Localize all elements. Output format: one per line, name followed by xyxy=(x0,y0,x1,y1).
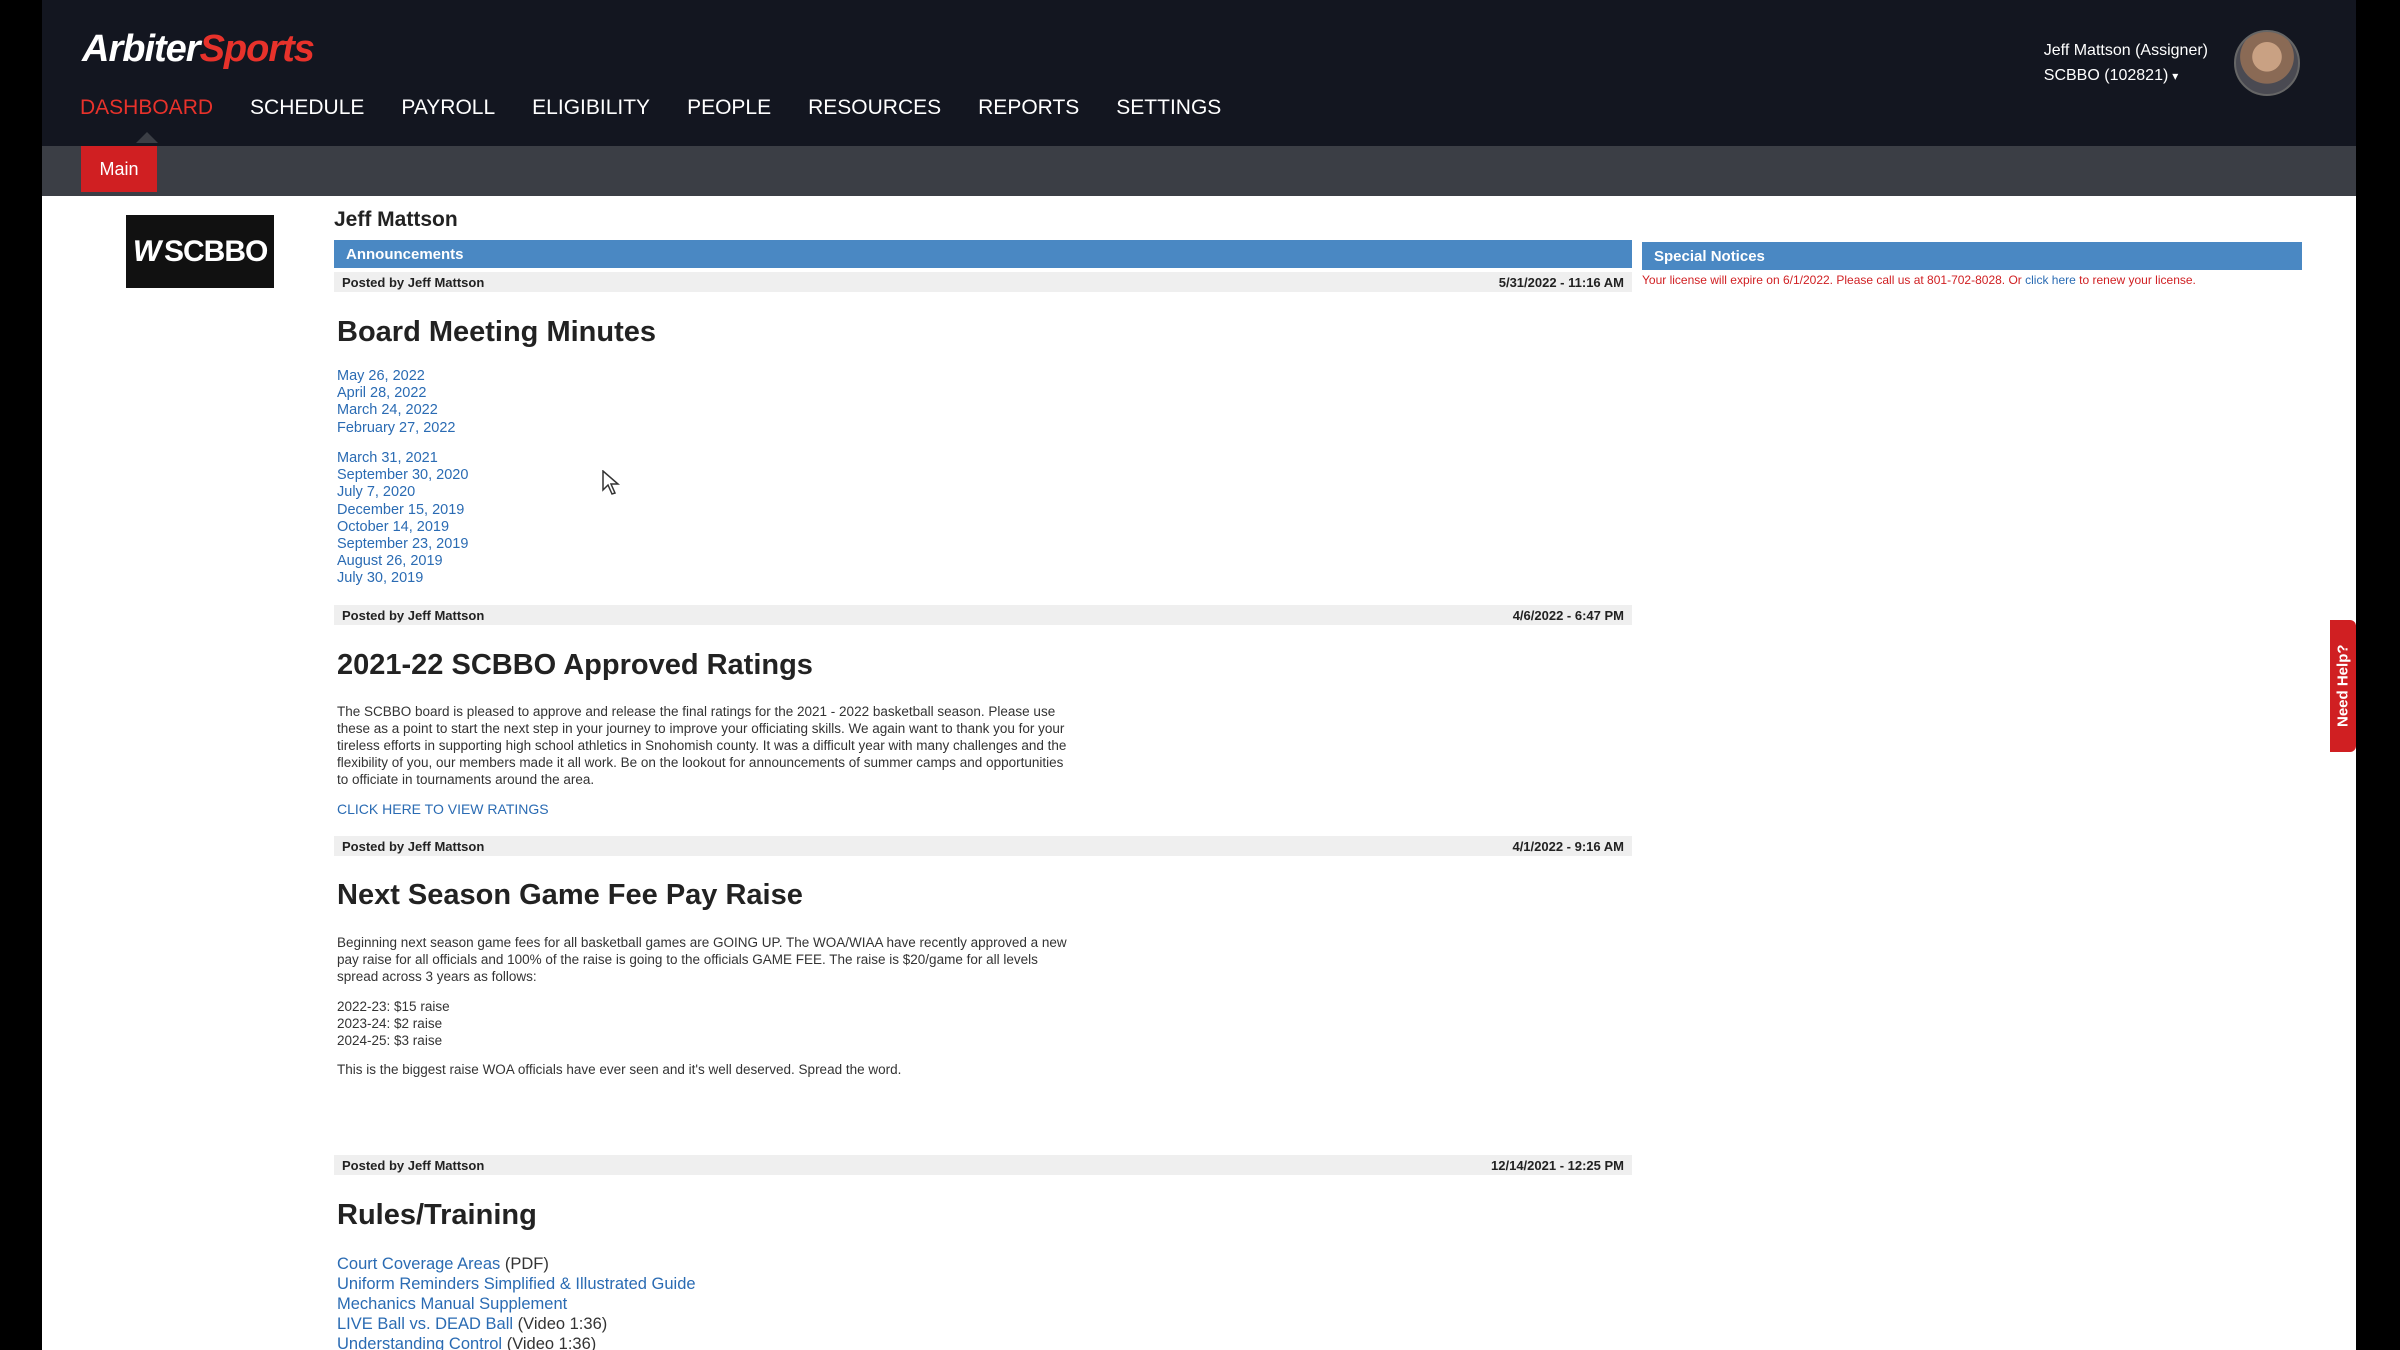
arbiter-sports-logo[interactable]: ArbiterSports xyxy=(82,28,315,71)
post-body: The SCBBO board is pleased to approve an… xyxy=(337,704,1067,787)
training-suffix: (Video 1:36) xyxy=(513,1315,608,1333)
training-suffix: (Video 1:36) xyxy=(502,1335,597,1350)
post-meta-bar: Posted by Jeff Mattson 5/31/2022 - 11:16… xyxy=(334,272,1632,292)
post-meta-bar: Posted by Jeff Mattson 4/6/2022 - 6:47 P… xyxy=(334,605,1632,625)
minutes-link[interactable]: August 26, 2019 xyxy=(337,553,468,570)
post-author: Posted by Jeff Mattson xyxy=(342,1157,485,1173)
minutes-link[interactable]: July 7, 2020 xyxy=(337,484,468,501)
post-author: Posted by Jeff Mattson xyxy=(342,838,485,854)
post-meta-bar: Posted by Jeff Mattson 12/14/2021 - 12:2… xyxy=(334,1155,1632,1175)
training-item: Mechanics Manual Supplement xyxy=(337,1294,696,1314)
notice-text-after: to renew your license. xyxy=(2075,273,2196,287)
post-footer-text: This is the biggest raise WOA officials … xyxy=(337,1062,902,1077)
page-owner-name: Jeff Mattson xyxy=(334,208,458,231)
minutes-link[interactable]: December 15, 2019 xyxy=(337,502,468,519)
training-item: Court Coverage Areas (PDF) xyxy=(337,1254,696,1274)
minutes-links-recent: May 26, 2022 April 28, 2022 March 24, 20… xyxy=(337,368,456,437)
renew-license-link[interactable]: click here xyxy=(2025,273,2076,287)
minutes-link[interactable]: September 30, 2020 xyxy=(337,467,468,484)
announcements-header: Announcements xyxy=(334,240,1632,268)
user-name: Jeff Mattson (Assigner) xyxy=(2043,42,2208,59)
minutes-link[interactable]: March 31, 2021 xyxy=(337,450,468,467)
training-link[interactable]: LIVE Ball vs. DEAD Ball xyxy=(337,1315,513,1333)
tab-main[interactable]: Main xyxy=(81,146,157,192)
training-link[interactable]: Understanding Control xyxy=(337,1335,502,1350)
nav-dashboard[interactable]: DASHBOARD xyxy=(80,96,213,143)
nav-eligibility[interactable]: ELIGIBILITY xyxy=(532,96,650,120)
nav-payroll[interactable]: PAYROLL xyxy=(401,96,495,120)
basketball-icon: W xyxy=(129,234,163,268)
raise-list-item: 2023-24: $2 raise xyxy=(337,1016,443,1031)
need-help-tab[interactable]: Need Help? xyxy=(2330,620,2356,752)
app-window: ArbiterSports DASHBOARD SCHEDULE PAYROLL… xyxy=(42,0,2356,1350)
nav-settings[interactable]: SETTINGS xyxy=(1116,96,1221,120)
raise-list-item: 2022-23: $15 raise xyxy=(337,999,450,1014)
post-title: 2021-22 SCBBO Approved Ratings xyxy=(337,649,813,681)
view-ratings-link[interactable]: CLICK HERE TO VIEW RATINGS xyxy=(337,801,549,817)
post-date: 4/6/2022 - 6:47 PM xyxy=(1512,607,1624,623)
training-link[interactable]: Mechanics Manual Supplement xyxy=(337,1295,567,1313)
nav-schedule[interactable]: SCHEDULE xyxy=(250,96,364,120)
post-title: Rules/Training xyxy=(337,1199,537,1231)
training-link[interactable]: Uniform Reminders Simplified & Illustrat… xyxy=(337,1275,696,1293)
post-title: Board Meeting Minutes xyxy=(337,316,657,348)
training-list: Court Coverage Areas (PDF) Uniform Remin… xyxy=(337,1254,696,1350)
minutes-link[interactable]: September 23, 2019 xyxy=(337,536,468,553)
logo-text-sports: Sports xyxy=(199,28,315,70)
org-logo-text: SCBBO xyxy=(163,234,268,268)
logo-text-arbiter: Arbiter xyxy=(82,28,201,70)
post-meta-bar: Posted by Jeff Mattson 4/1/2022 - 9:16 A… xyxy=(334,836,1632,856)
license-notice: Your license will expire on 6/1/2022. Pl… xyxy=(1642,273,2196,287)
post-date: 5/31/2022 - 11:16 AM xyxy=(1498,274,1624,290)
nav-resources[interactable]: RESOURCES xyxy=(808,96,941,120)
training-suffix: (PDF) xyxy=(500,1255,549,1273)
user-menu[interactable]: Jeff Mattson (Assigner) SCBBO (102821) ▾ xyxy=(2044,38,2208,89)
post-title: Next Season Game Fee Pay Raise xyxy=(337,879,803,911)
minutes-link[interactable]: March 24, 2022 xyxy=(337,402,456,419)
org-selector[interactable]: SCBBO (102821) ▾ xyxy=(2044,63,2208,89)
training-item: LIVE Ball vs. DEAD Ball (Video 1:36) xyxy=(337,1314,696,1334)
minutes-link[interactable]: October 14, 2019 xyxy=(337,519,468,536)
special-notices-header: Special Notices xyxy=(1642,242,2302,270)
top-header: ArbiterSports DASHBOARD SCHEDULE PAYROLL… xyxy=(42,0,2356,146)
minutes-link[interactable]: July 30, 2019 xyxy=(337,570,468,587)
org-name: SCBBO (102821) xyxy=(2043,67,2169,84)
main-nav: DASHBOARD SCHEDULE PAYROLL ELIGIBILITY P… xyxy=(80,96,1258,143)
avatar[interactable] xyxy=(2234,30,2300,96)
raise-list-item: 2024-25: $3 raise xyxy=(337,1033,443,1048)
post-date: 12/14/2021 - 12:25 PM xyxy=(1491,1157,1624,1173)
training-item: Uniform Reminders Simplified & Illustrat… xyxy=(337,1274,696,1294)
caret-down-icon: ▾ xyxy=(2172,69,2179,83)
notice-text-before: Your license will expire on 6/1/2022. Pl… xyxy=(1642,273,2026,287)
training-link[interactable]: Court Coverage Areas xyxy=(337,1255,500,1273)
minutes-link[interactable]: May 26, 2022 xyxy=(337,368,456,385)
minutes-link[interactable]: February 27, 2022 xyxy=(337,420,456,437)
sub-nav: Main xyxy=(42,146,2356,196)
mouse-cursor-icon xyxy=(602,470,620,495)
minutes-link[interactable]: April 28, 2022 xyxy=(337,385,456,402)
org-logo: W SCBBO xyxy=(126,215,274,288)
training-item: Understanding Control (Video 1:36) xyxy=(337,1334,696,1350)
post-author: Posted by Jeff Mattson xyxy=(342,274,485,290)
minutes-links-older: March 31, 2021 September 30, 2020 July 7… xyxy=(337,450,468,588)
nav-reports[interactable]: REPORTS xyxy=(978,96,1079,120)
post-author: Posted by Jeff Mattson xyxy=(342,607,485,623)
nav-people[interactable]: PEOPLE xyxy=(687,96,771,120)
post-body: Beginning next season game fees for all … xyxy=(337,935,1067,984)
post-date: 4/1/2022 - 9:16 AM xyxy=(1512,838,1624,854)
raise-list: 2022-23: $15 raise 2023-24: $2 raise 202… xyxy=(337,998,1077,1049)
